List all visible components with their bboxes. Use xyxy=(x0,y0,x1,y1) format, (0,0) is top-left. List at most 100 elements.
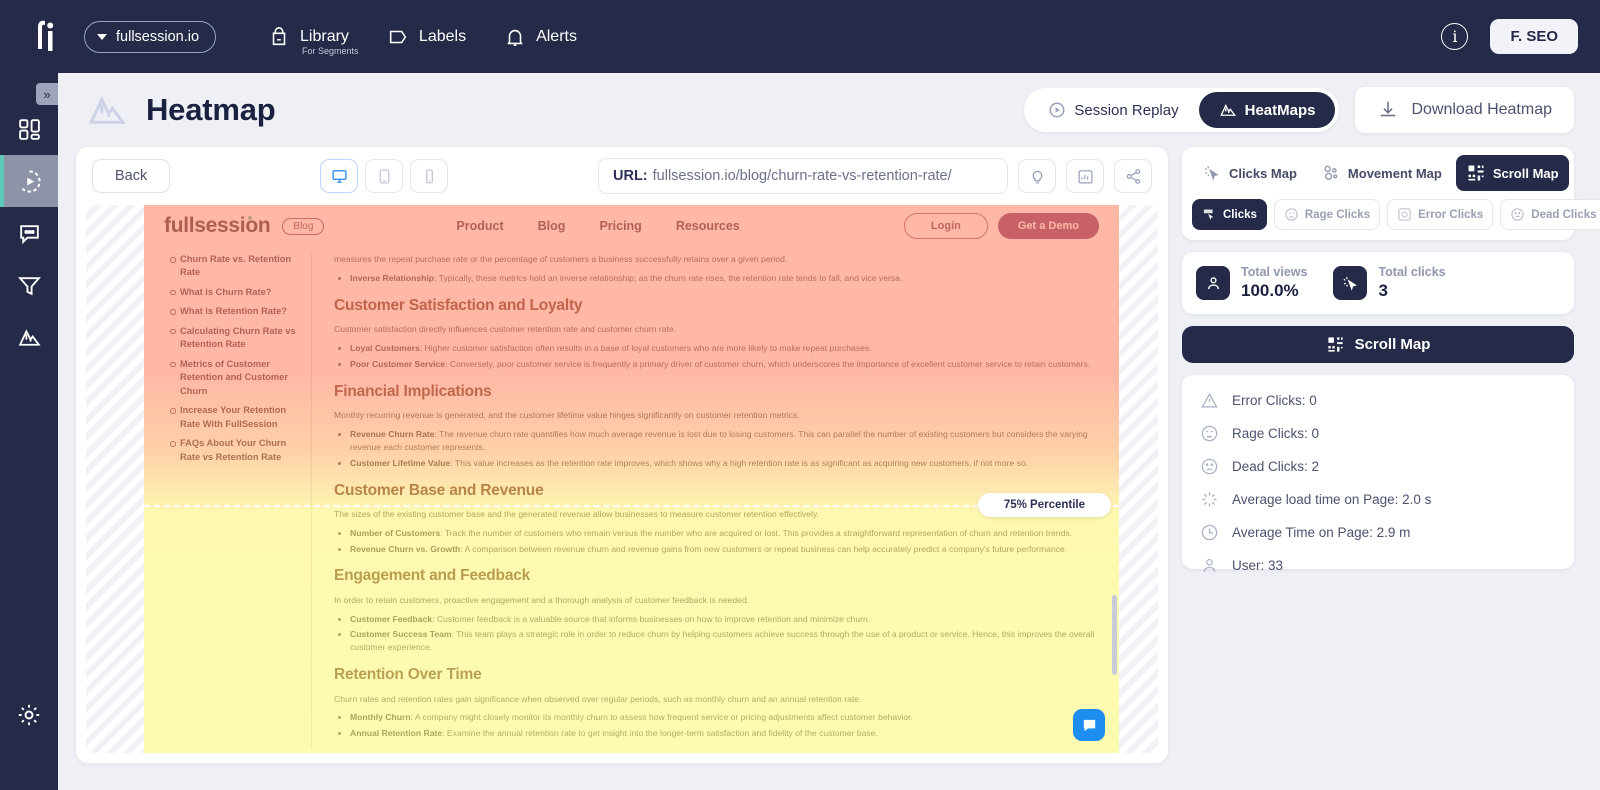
angry-face-icon xyxy=(1284,207,1299,222)
detail-avg-load-time-label: Average load time on Page: 2.0 s xyxy=(1232,492,1432,507)
tab-scroll-map[interactable]: Scroll Map xyxy=(1455,155,1569,191)
site-selector[interactable]: fullsession.io xyxy=(84,20,217,53)
bullet-text: : Conversely, poor customer service is f… xyxy=(445,358,1091,369)
stat-total-views: Total views 100.0% xyxy=(1196,265,1307,301)
clock-icon xyxy=(1200,523,1219,542)
article-bullet: Inverse Relationship: Typically, these m… xyxy=(350,272,1099,285)
rail-item-dashboard[interactable] xyxy=(0,103,58,155)
share-button[interactable] xyxy=(1114,159,1152,193)
rail-item-funnels[interactable] xyxy=(0,259,58,311)
chat-bubble-icon[interactable] xyxy=(1073,709,1105,741)
stats-row: Total views 100.0% Total clicks 3 xyxy=(1182,252,1574,314)
toc-item[interactable]: What is Churn Rate? xyxy=(170,286,301,299)
bullet-term: Poor Customer Service xyxy=(350,358,446,369)
dead-face-icon xyxy=(1200,457,1219,476)
tab-heatmaps[interactable]: HeatMaps xyxy=(1198,92,1336,128)
nav-item-library[interactable]: Library For Segments xyxy=(268,26,359,56)
bullet-text: : Typically, these metrics hold an inver… xyxy=(434,272,903,283)
bullet-text: : Track the number of customers who rema… xyxy=(440,527,1073,538)
section-intro: In order to retain customers, proactive … xyxy=(334,594,750,605)
heatmap-card: Back URL: fullsession.io/blog/churn-rate… xyxy=(76,147,1168,763)
heatmap-viewport[interactable]: fullsession Blog Product Blog Pricing Re… xyxy=(86,205,1158,753)
nav-item-labels[interactable]: Labels xyxy=(387,26,466,48)
phone-icon xyxy=(421,168,438,185)
info-icon[interactable]: i xyxy=(1441,23,1469,50)
page-cta: Login Get a Demo xyxy=(903,213,1099,239)
error-circle-icon xyxy=(1397,207,1412,222)
toc-item[interactable]: Increase Your Retention Rate With FullSe… xyxy=(170,404,301,431)
tab-error-clicks[interactable]: Error Clicks xyxy=(1387,199,1494,230)
toc-item[interactable]: Metrics of Customer Retention and Custom… xyxy=(170,358,301,398)
page-login-button[interactable]: Login xyxy=(903,213,988,239)
loading-burst-icon xyxy=(1200,490,1219,509)
bullet-text: : A company might closely monitor its mo… xyxy=(410,712,913,723)
scroll-map-banner[interactable]: Scroll Map xyxy=(1182,326,1574,363)
analytics-button[interactable] xyxy=(1066,159,1104,193)
page-link-blog[interactable]: Blog xyxy=(538,219,566,233)
url-input[interactable]: URL: fullsession.io/blog/churn-rate-vs-r… xyxy=(598,158,1008,194)
bullet-text: : Examine the annual retention rate to g… xyxy=(442,728,878,739)
tab-dead-clicks[interactable]: Dead Clicks xyxy=(1500,199,1600,230)
bullet-text: : A comparison between revenue churn and… xyxy=(460,543,1068,554)
bullet-text: : This team plays a strategic role in or… xyxy=(350,629,1095,653)
rail-item-heatmaps[interactable] xyxy=(0,311,58,363)
bullet-text: : The revenue churn rate quantifies how … xyxy=(350,428,1088,452)
rail-item-settings[interactable] xyxy=(0,702,58,728)
toc-item[interactable]: What is Retention Rate? xyxy=(170,305,301,318)
section-heading: Customer Satisfaction and Loyalty xyxy=(334,296,583,314)
bullet-term: Monthly Churn xyxy=(350,712,411,723)
download-heatmap-button[interactable]: Download Heatmap xyxy=(1355,87,1574,133)
percentile-marker: 75% Percentile xyxy=(144,493,1119,517)
article-bullet: Poor Customer Service: Conversely, poor … xyxy=(350,358,1099,371)
device-desktop-button[interactable] xyxy=(320,159,359,193)
rail-item-session-replay[interactable] xyxy=(0,155,58,207)
nav-sub-library: For Segments xyxy=(302,45,359,56)
tablet-icon xyxy=(376,168,393,185)
movement-dots-icon xyxy=(1321,163,1341,183)
section-heading: Engagement and Feedback xyxy=(334,567,531,585)
device-mobile-button[interactable] xyxy=(410,159,449,193)
toc-item[interactable]: FAQs About Your Churn Rate vs Retention … xyxy=(170,437,301,464)
percentile-label: 75% Percentile xyxy=(977,493,1111,517)
mode-toggle: Session Replay HeatMaps xyxy=(1024,88,1340,132)
page-header-right: Session Replay HeatMaps Download Heatmap xyxy=(1024,87,1574,133)
left-rail: » xyxy=(0,73,58,790)
tab-clicks-map[interactable]: Clicks Map xyxy=(1192,155,1307,191)
tab-movement-map-label: Movement Map xyxy=(1347,165,1442,181)
page-link-resources[interactable]: Resources xyxy=(676,219,740,233)
scroll-map-banner-label: Scroll Map xyxy=(1354,336,1431,353)
detail-avg-time-on-page: Average Time on Page: 2.9 m xyxy=(1200,523,1556,542)
fi-logo[interactable] xyxy=(22,15,66,59)
nav-item-alerts[interactable]: Alerts xyxy=(504,26,577,48)
page-header: Heatmap Session Replay HeatMaps Download… xyxy=(58,73,1600,139)
funnel-icon xyxy=(17,273,42,298)
back-button[interactable]: Back xyxy=(92,159,171,193)
scroll-details-card: Error Clicks: 0 Rage Clicks: 0 Dead Clic… xyxy=(1182,375,1574,573)
article-bullet: Customer Feedback: Customer feedback is … xyxy=(350,613,1099,626)
page-link-product[interactable]: Product xyxy=(456,219,503,233)
insights-button[interactable] xyxy=(1018,159,1056,193)
heatmap-mountain-icon xyxy=(1219,101,1237,119)
page-title: Heatmap xyxy=(146,92,276,127)
toc-item[interactable]: Calculating Churn Rate vs Retention Rate xyxy=(170,325,301,352)
page-link-pricing[interactable]: Pricing xyxy=(599,219,641,233)
toc-item[interactable]: Churn Rate vs. Retention Rate xyxy=(170,253,301,280)
rail-expand-button[interactable]: » xyxy=(36,83,58,105)
lightbulb-icon xyxy=(1029,168,1046,185)
tab-clicks[interactable]: Clicks xyxy=(1192,199,1267,230)
bullet-text: : Customer feedback is a valuable source… xyxy=(432,613,871,624)
user-menu-button[interactable]: F. SEO xyxy=(1490,19,1578,54)
page-scrollbar-thumb[interactable] xyxy=(1112,595,1117,675)
tab-session-replay[interactable]: Session Replay xyxy=(1028,92,1198,128)
tab-movement-map[interactable]: Movement Map xyxy=(1311,155,1452,191)
device-tablet-button[interactable] xyxy=(365,159,404,193)
bullet-term: Loyal Customers xyxy=(350,342,420,353)
rail-item-feedback[interactable] xyxy=(0,207,58,259)
bullet-term: Inverse Relationship xyxy=(350,272,435,283)
bullet-term: Customer Feedback xyxy=(350,613,433,624)
article-bullet: Revenue Churn vs. Growth: A comparison b… xyxy=(350,543,1099,556)
play-circle-icon xyxy=(1048,101,1066,119)
page-demo-button[interactable]: Get a Demo xyxy=(997,213,1099,239)
tab-rage-clicks[interactable]: Rage Clicks xyxy=(1273,199,1381,230)
cursor-icon xyxy=(1202,207,1217,222)
